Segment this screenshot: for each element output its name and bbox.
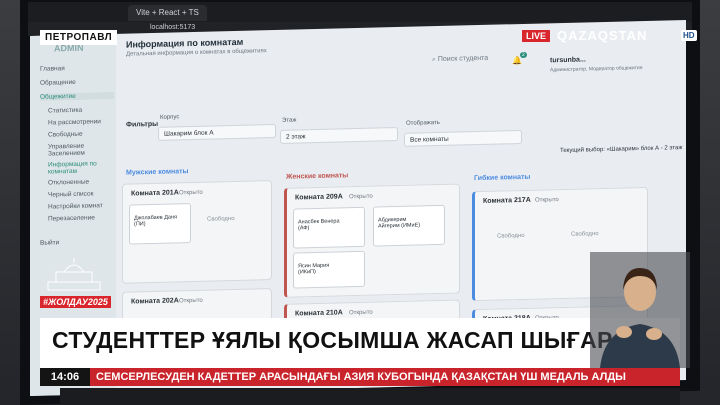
bed-student-name: Джолабаев Даня (ПИ) (134, 214, 178, 228)
filter-building-select[interactable]: Шакарим блок А (158, 123, 276, 141)
room-status: Открыто (535, 197, 559, 204)
filters-label: Фильтры (126, 120, 159, 129)
hd-badge: HD (681, 30, 697, 41)
bed-free-label: Свободно (207, 215, 235, 223)
room-card-201[interactable]: Комната 201А Открыто Джолабаев Даня (ПИ)… (122, 180, 272, 284)
channel-logo: QAZAQSTAN (557, 28, 648, 43)
filter-floor-label: Этаж (282, 117, 297, 124)
sidebar-item-requests[interactable]: Обращение (40, 78, 114, 87)
government-building-icon (47, 258, 101, 291)
bed-student-name: Ясин Мария (ИКиП) (298, 262, 330, 276)
page-subtitle: Детальная информация о комнатах в общежи… (126, 48, 267, 58)
sidebar-item-resettlement[interactable]: Перезаселение (48, 214, 122, 222)
headline-text: СТУДЕНТТЕР ҰЯЛЫ ҚОСЫМША ЖАСАП ШЫҒАРДЫ (52, 327, 651, 353)
filter-building-label: Корпус (160, 114, 180, 121)
room-status: Открыто (349, 309, 373, 317)
bed-free-label: Свободно (571, 231, 599, 238)
sidebar-item-statistics[interactable]: Статистика (48, 106, 122, 115)
notification-badge: 2 (520, 51, 527, 59)
sidebar-item-room-info[interactable]: Информация по комнатам (48, 160, 122, 175)
room-card-209[interactable]: Комната 209А Открыто Анасбек Венера (АФ)… (284, 183, 460, 298)
sign-language-interpreter (590, 252, 690, 368)
column-flex-title: Гибкие комнаты (474, 173, 531, 183)
search-placeholder: Поиск студента (437, 54, 489, 64)
filter-display-select[interactable]: Все комнаты (404, 129, 522, 147)
browser-tab[interactable]: Vite + React + TS (128, 5, 207, 21)
room-title: Комната 209А (295, 193, 343, 202)
campaign-tag: #ЖОЛДАУ2025 (40, 296, 111, 308)
user-name[interactable]: tursunba... (550, 56, 586, 64)
current-choice: Текущий выбор: «Шакарим» блок А - 2 этаж (560, 145, 683, 155)
bed-card[interactable]: Джолабаев Даня (ПИ) (129, 203, 191, 245)
filter-display-label: Отображать (406, 119, 440, 127)
os-taskbar (60, 388, 680, 405)
sidebar-item-dormitory[interactable]: Общежитие (40, 91, 114, 101)
sidebar-item-blacklist[interactable]: Черный список (48, 190, 122, 198)
browser-tab-strip: Vite + React + TS (28, 2, 692, 22)
column-female-title: Женские комнаты (286, 172, 349, 181)
sidebar-item-room-settings[interactable]: Настройки комнат (48, 202, 122, 210)
bed-card[interactable]: Анасбек Венера (АФ) (293, 206, 365, 249)
sidebar-item-free[interactable]: Свободные (48, 130, 122, 139)
column-male-title: Мужские комнаты (126, 168, 189, 177)
bed-student-name: Анасбек Венера (АФ) (298, 218, 340, 232)
location-label: ПЕТРОПАВЛ (40, 30, 118, 45)
tv-frame: Vite + React + TS localhost:5173 ADMIN Г… (0, 0, 720, 405)
sidebar-item-pending[interactable]: На рассмотрении (48, 118, 122, 126)
sidebar-item-rejected[interactable]: Отклоненные (48, 178, 122, 187)
headline-bar: СТУДЕНТТЕР ҰЯЛЫ ҚОСЫМША ЖАСАП ШЫҒАРДЫ (40, 318, 680, 368)
broadcast-clock: 14:06 (40, 368, 90, 386)
room-status: Открыто (349, 193, 373, 201)
bed-card[interactable]: Абдикерим Айгерим (ИМиЕ) (373, 204, 445, 247)
page-title: Информация по комнатам (126, 36, 244, 50)
room-title: Комната 202А (131, 297, 179, 306)
search-input[interactable]: ⌕ Поиск студента (432, 55, 488, 64)
sidebar-item-home[interactable]: Главная (40, 64, 114, 73)
sidebar-item-settlement[interactable]: Управление Заселением (48, 142, 122, 158)
live-badge: LIVE (522, 30, 551, 42)
ticker-text: СЕМСЕРЛЕСУДЕН КАДЕТТЕР АРАСЫНДАҒЫ АЗИЯ К… (96, 371, 626, 383)
browser-url: localhost:5173 (150, 24, 196, 31)
bed-card[interactable]: Ясин Мария (ИКиП) (293, 250, 365, 289)
room-title: Комната 217А (483, 196, 531, 205)
room-status: Открыто (179, 189, 203, 197)
room-title: Комната 201А (131, 189, 179, 198)
bed-free-label: Свободно (497, 232, 525, 240)
room-status: Открыто (179, 297, 203, 305)
bed-student-name: Абдикерим Айгерим (ИМиЕ) (378, 216, 421, 230)
filter-floor-select[interactable]: 2 этаж (280, 127, 398, 144)
sidebar-item-logout[interactable]: Выйти (40, 238, 114, 246)
page-header: Информация по комнатам Детальная информа… (126, 36, 267, 58)
user-role: Администратор, Модератор общежития (550, 65, 643, 74)
room-title: Комната 210А (295, 309, 343, 318)
